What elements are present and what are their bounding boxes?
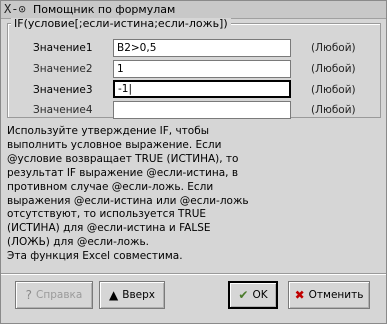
help-button-label: Справка	[36, 289, 83, 301]
arg4-input[interactable]	[113, 101, 291, 119]
description-line: противном случае @если-ложь. Если	[7, 180, 214, 193]
arg2-label: Значение2	[33, 63, 93, 75]
ok-icon: ✔	[238, 288, 249, 302]
ok-button-label: OK	[252, 289, 268, 301]
arg1-label: Значение1	[33, 42, 93, 54]
up-button-label: Вверх	[122, 289, 155, 301]
help-icon: ?	[25, 288, 33, 302]
arg2-input[interactable]: 1	[113, 60, 291, 78]
function-signature: IF(условие[;если-истина;если-ложь])	[11, 18, 231, 30]
description-line: выполнить условное выражение. Если	[7, 138, 222, 151]
up-button[interactable]: ▲ Вверх	[99, 281, 165, 309]
arg4-label: Значение4	[33, 104, 93, 116]
arg2-type: (Любой)	[311, 63, 356, 75]
description-line: @условие возвращает TRUE (ИСТИНА), то	[7, 152, 239, 165]
formula-assistant-window: X‑⊙ Помощник по формулам IF(условие[;есл…	[0, 0, 387, 324]
description-line: (ИСТИНА) для @если-истина и FALSE	[7, 222, 211, 235]
arg3-input[interactable]: -1|	[113, 80, 291, 98]
button-separator	[1, 273, 386, 275]
ok-button[interactable]: ✔ OK	[228, 281, 278, 309]
arg1-type: (Любой)	[311, 42, 356, 54]
description-line: выражения @если-истина или @если-ложь	[7, 194, 249, 207]
up-arrow-icon: ▲	[109, 288, 119, 302]
arg3-label: Значение3	[33, 84, 93, 96]
arg4-type: (Любой)	[311, 104, 356, 116]
cancel-button-label: Отменить	[308, 289, 364, 301]
function-description: Используйте утверждение IF, чтобы выполн…	[7, 125, 257, 264]
description-line: Эта функция Excel совместима.	[7, 250, 183, 263]
description-line: результат IF выражение @если-истина, в	[7, 166, 239, 179]
description-line: отсутствуют, то используется TRUE	[7, 208, 207, 221]
arg3-type: (Любой)	[311, 84, 356, 96]
window-title: Помощник по формулам	[33, 3, 176, 16]
help-button[interactable]: ? Справка	[15, 281, 93, 309]
window-menu-icon[interactable]: X‑⊙	[4, 2, 30, 17]
arg1-input[interactable]: B2>0,5	[113, 39, 291, 57]
description-line: Используйте утверждение IF, чтобы	[7, 125, 209, 137]
cancel-icon: ✖	[294, 288, 305, 302]
description-line: (ЛОЖЬ) для @если-ложь.	[7, 236, 150, 249]
cancel-button[interactable]: ✖ Отменить	[288, 281, 370, 309]
